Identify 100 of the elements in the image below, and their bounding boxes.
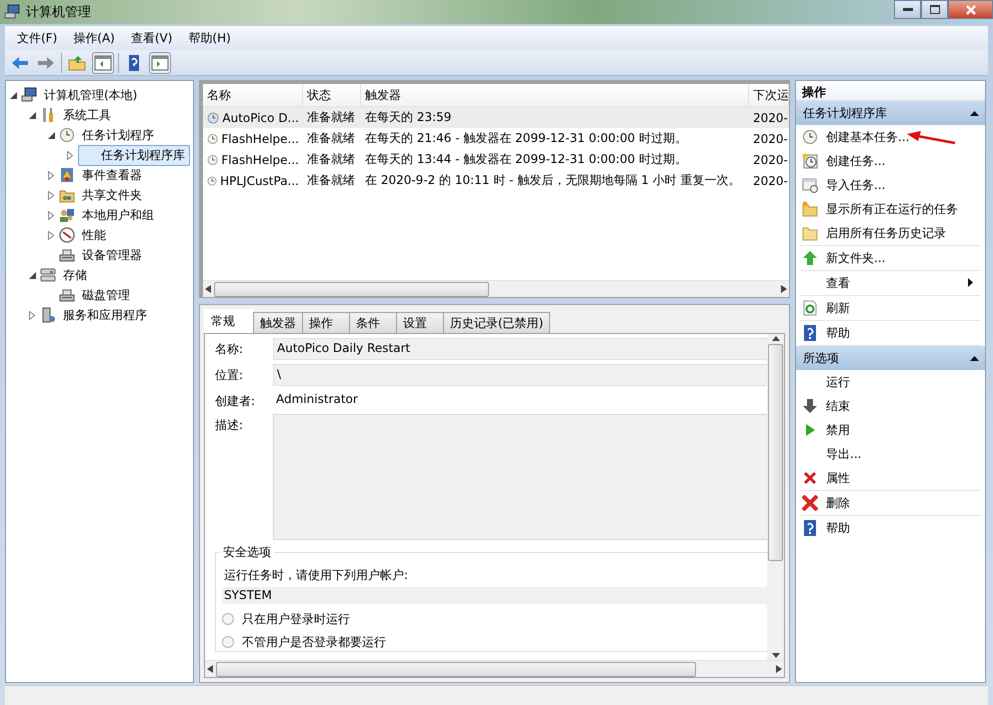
forward-icon	[37, 54, 55, 70]
close-button[interactable]	[948, 0, 993, 19]
tree-item[interactable]: 性能	[78, 224, 110, 246]
window-title: 计算机管理	[26, 4, 92, 21]
tab[interactable]: 设置	[396, 312, 444, 333]
column-header[interactable]: 状态	[303, 84, 361, 106]
storage-icon	[40, 267, 56, 283]
maximize-button[interactable]	[921, 0, 948, 19]
table-cell: 在每天的 21:46 - 触发器在 2099-12-31 0:00:00 时过期。	[365, 130, 687, 147]
down-arrow-icon	[802, 398, 818, 414]
tab[interactable]: 常规	[204, 309, 254, 333]
up-arrow-icon	[802, 250, 818, 266]
delete-x-icon	[802, 470, 818, 486]
collapsed-arrow-icon[interactable]	[48, 190, 54, 200]
table-cell: 准备就绪	[307, 130, 355, 147]
new-clock-icon	[802, 153, 818, 169]
collapsed-arrow-icon[interactable]	[29, 310, 35, 320]
tab[interactable]: 条件	[349, 312, 397, 333]
action-link[interactable]: 创建基本任务...	[826, 128, 910, 146]
menu-item[interactable]: 查看(V)	[122, 28, 180, 48]
table-row[interactable]: HPLJCustPa... 准备就绪 在 2020-9-2 的 10:11 时 - 触发后，无限期地每隔 1 小时 重复一次。 2020-	[203, 170, 789, 191]
column-header[interactable]: 下次运	[749, 84, 789, 106]
section-header[interactable]: 任务计划程序库	[796, 101, 985, 125]
device-icon	[59, 247, 75, 263]
vertical-scrollbar[interactable]	[767, 334, 784, 660]
tree-item[interactable]: 共享文件夹	[78, 184, 146, 206]
tab[interactable]: 操作	[302, 312, 350, 333]
table-cell: 准备就绪	[307, 109, 355, 126]
expanded-arrow-icon[interactable]	[28, 272, 36, 278]
menu-item[interactable]: 文件(F)	[9, 28, 66, 48]
expanded-arrow-icon[interactable]	[48, 132, 54, 138]
help-icon	[802, 520, 818, 536]
tree-item[interactable]: 任务计划程序	[78, 124, 158, 146]
radio-label: 只在用户登录时运行	[242, 610, 350, 628]
table-row[interactable]: AutoPico D... 准备就绪 在每天的 23:59 2020-	[203, 107, 789, 128]
tab[interactable]: 历史记录(已禁用)	[443, 312, 550, 333]
section-header[interactable]: 所选项	[796, 346, 985, 370]
action-link[interactable]: 启用所有任务历史记录	[826, 224, 946, 242]
field-label: 位置:	[215, 367, 244, 384]
scroll-up-icon	[772, 336, 780, 341]
action-link[interactable]: 帮助	[826, 520, 850, 536]
scrollbar-thumb[interactable]	[216, 662, 696, 676]
collapsed-arrow-icon[interactable]	[48, 210, 54, 220]
action-link[interactable]: 禁用	[826, 422, 850, 438]
action-link[interactable]: 导出...	[826, 446, 862, 462]
show-pane-icon	[94, 54, 112, 70]
action-link[interactable]: 刷新	[826, 300, 850, 316]
action-link[interactable]: 属性	[826, 470, 850, 486]
menu-item[interactable]: 帮助(H)	[180, 28, 239, 48]
tree-item[interactable]: 系统工具	[59, 104, 115, 126]
tree-item[interactable]: 计算机管理(本地)	[40, 84, 142, 106]
action-link[interactable]: 结束	[826, 398, 850, 414]
tree-item[interactable]: 事件查看器	[78, 164, 146, 186]
table-row[interactable]: FlashHelpe... 准备就绪 在每天的 13:44 - 触发器在 2099-12-31 0:00:00 时过期。 2020-	[203, 149, 789, 170]
table-cell: 在每天的 23:59	[365, 109, 452, 126]
table-cell: FlashHelpe...	[221, 152, 299, 166]
menu-item[interactable]: 操作(A)	[65, 28, 123, 48]
tree-item[interactable]: 磁盘管理	[78, 284, 134, 306]
description-field[interactable]	[273, 414, 767, 540]
horizontal-scrollbar[interactable]	[203, 280, 789, 297]
tree-item[interactable]: 服务和应用程序	[59, 304, 151, 326]
location-field[interactable]: \	[273, 364, 767, 386]
radio-button[interactable]	[222, 613, 234, 625]
expanded-arrow-icon[interactable]	[10, 92, 16, 98]
column-header[interactable]: 名称	[203, 84, 303, 106]
action-pane-icon	[151, 54, 169, 70]
gauge-icon	[59, 227, 75, 243]
tab[interactable]: 触发器	[253, 312, 303, 333]
collapsed-arrow-icon[interactable]	[48, 230, 54, 240]
action-link[interactable]: 查看	[826, 274, 850, 292]
action-link[interactable]: 新文件夹...	[826, 250, 886, 266]
collapsed-arrow-icon[interactable]	[48, 170, 54, 180]
scroll-down-icon	[772, 653, 780, 658]
minimize-button[interactable]	[894, 0, 921, 19]
action-link[interactable]: 创建任务...	[826, 152, 886, 170]
collapsed-arrow-icon[interactable]	[67, 150, 73, 160]
action-link[interactable]: 运行	[826, 374, 850, 390]
horizontal-scrollbar[interactable]	[205, 660, 784, 677]
tree-item[interactable]: 存储	[59, 264, 91, 286]
show-pane-button[interactable]	[92, 52, 114, 74]
scroll-right-icon	[781, 285, 787, 293]
action-link[interactable]: 删除	[826, 494, 850, 512]
radio-button[interactable]	[222, 636, 234, 648]
tree-item[interactable]: 设备管理器	[78, 244, 146, 266]
scrollbar-thumb[interactable]	[214, 282, 489, 296]
event-log-icon	[59, 167, 75, 183]
name-field[interactable]: AutoPico Daily Restart	[273, 338, 767, 360]
tree-item[interactable]: 任务计划程序库	[78, 144, 190, 166]
scrollbar-thumb[interactable]	[768, 344, 783, 561]
table-row[interactable]: FlashHelpe... 准备就绪 在每天的 21:46 - 触发器在 2099-12-31 0:00:00 时过期。 2020-	[203, 128, 789, 149]
action-link[interactable]: 导入任务...	[826, 176, 886, 194]
section-title: 任务计划程序库	[803, 104, 887, 122]
action-pane-button[interactable]	[149, 52, 171, 74]
tree-item[interactable]: 本地用户和组	[78, 204, 158, 226]
expanded-arrow-icon[interactable]	[28, 112, 36, 118]
column-header[interactable]: 触发器	[361, 84, 749, 106]
action-link[interactable]: 显示所有正在运行的任务	[826, 200, 958, 218]
action-link[interactable]: 帮助	[826, 324, 850, 342]
scroll-left-icon	[207, 665, 213, 673]
table-cell: AutoPico D...	[222, 110, 299, 124]
